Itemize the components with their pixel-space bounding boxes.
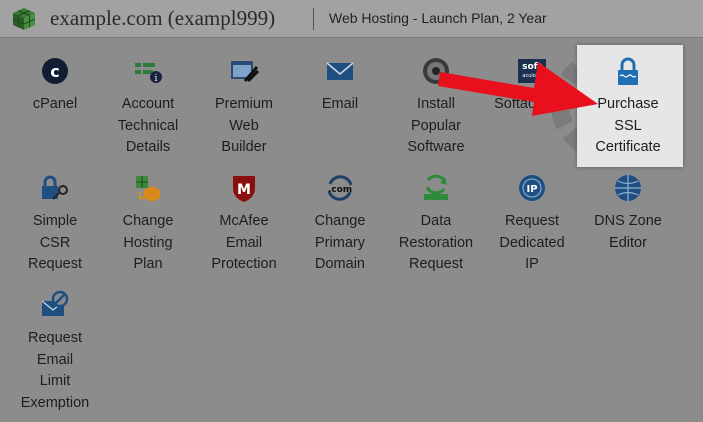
- svg-text:i: i: [155, 74, 158, 84]
- tile-label-line: Dedicated: [499, 234, 565, 251]
- tile-label-line: Details: [125, 139, 171, 155]
- tile-label-line: Email: [225, 234, 263, 251]
- tile-cpanel[interactable]: c cPanel: [9, 55, 101, 117]
- tile-label-line: Email: [36, 351, 74, 368]
- tile-label: Simple CSR Request: [9, 211, 101, 276]
- tile-label: Change Primary Domain: [294, 211, 386, 276]
- tile-label-line: Primary: [315, 234, 365, 251]
- tile-label-line: Editor: [609, 234, 647, 251]
- tile-label-line: Software: [407, 139, 465, 155]
- dedicated-ip-icon: IP: [519, 175, 545, 201]
- tile-label-line: Web: [229, 117, 259, 134]
- tile-label-line: Exemption: [20, 394, 90, 411]
- ssl-lock-icon: [618, 57, 638, 85]
- tile-label-line: Certificate: [595, 139, 661, 155]
- cube-logo-icon: [12, 8, 36, 30]
- tile-label-line: Request: [504, 213, 559, 229]
- dns-globe-icon: [615, 175, 641, 201]
- svg-text:IP: IP: [526, 184, 537, 195]
- tile-label-line: Change: [122, 213, 174, 229]
- change-plan-icon: [136, 176, 160, 202]
- csr-lock-key-icon: [42, 175, 68, 200]
- tile-label: Data Restoration Request: [390, 211, 482, 276]
- tile-label: cPanel: [9, 94, 101, 116]
- email-limit-icon: [41, 290, 69, 316]
- tile-email[interactable]: Email: [294, 55, 386, 117]
- tile-label: Request Email Limit Exemption: [9, 328, 101, 414]
- tile-label: Request Dedicated IP: [486, 211, 578, 276]
- tile-label: Change Hosting Plan: [102, 211, 194, 276]
- tile-label-line: Domain: [315, 256, 365, 272]
- envelope-icon: [326, 62, 354, 80]
- tile-label: Account Technical Details: [102, 94, 194, 159]
- tile-change-primary-domain[interactable]: .com Change Primary Domain: [294, 172, 386, 277]
- tile-mcafee-email-protection[interactable]: M McAfee Email Protection: [198, 172, 290, 277]
- tile-request-email-limit-exemption[interactable]: Request Email Limit Exemption: [9, 289, 101, 415]
- tile-label: Premium Web Builder: [198, 94, 290, 159]
- tile-label-line: cPanel: [32, 96, 78, 112]
- tile-label-line: Request: [27, 256, 82, 272]
- tile-label-line: Simple: [32, 213, 78, 229]
- tile-label-line: Account: [121, 96, 175, 112]
- svg-text:.com: .com: [328, 185, 352, 195]
- tile-label-line: Hosting: [123, 234, 173, 251]
- change-domain-icon: .com: [327, 175, 353, 201]
- red-pointer-arrow-icon: [438, 62, 598, 116]
- account-domain: example.com (exampl999): [50, 6, 276, 30]
- header-divider: [313, 8, 314, 30]
- tile-label-line: Request: [27, 330, 82, 346]
- tile-premium-web-builder[interactable]: Premium Web Builder: [198, 55, 290, 160]
- tile-request-dedicated-ip[interactable]: IP Request Dedicated IP: [486, 172, 578, 277]
- tile-label-line: CSR: [39, 234, 71, 251]
- tile-label-line: Plan: [133, 256, 163, 272]
- tile-label: McAfee Email Protection: [198, 211, 290, 276]
- tile-label-line: Email: [321, 96, 359, 112]
- hosting-plan-name: Web Hosting - Launch Plan, 2 Year: [329, 10, 547, 26]
- cpanel-icon: c: [42, 58, 68, 84]
- tile-label-line: Protection: [211, 256, 277, 272]
- tile-data-restoration-request[interactable]: Data Restoration Request: [390, 172, 482, 277]
- mcafee-shield-icon: M: [233, 176, 255, 202]
- tile-simple-csr-request[interactable]: Simple CSR Request: [9, 172, 101, 277]
- tile-change-hosting-plan[interactable]: Change Hosting Plan: [102, 172, 194, 277]
- tile-label-line: DNS Zone: [594, 213, 662, 229]
- account-details-icon: i: [135, 63, 162, 84]
- tile-label-line: Change: [314, 213, 366, 229]
- svg-text:c: c: [50, 62, 59, 81]
- tile-label-line: Premium: [214, 96, 273, 112]
- tile-label-line: Restoration: [398, 234, 474, 251]
- tile-label-line: Technical: [117, 117, 179, 134]
- tile-label-line: Limit: [39, 373, 71, 389]
- tile-label-line: McAfee: [219, 213, 269, 229]
- tile-dns-zone-editor[interactable]: DNS Zone Editor: [582, 172, 674, 255]
- tile-label: Email: [294, 94, 386, 116]
- web-builder-icon: [231, 61, 260, 83]
- svg-text:M: M: [237, 182, 251, 198]
- tile-label: DNS Zone Editor: [582, 211, 674, 254]
- data-restore-icon: [424, 174, 448, 200]
- tile-label-line: IP: [525, 256, 539, 272]
- tile-label-line: Data: [420, 213, 452, 229]
- tile-label-line: Request: [408, 256, 463, 272]
- tile-account-technical-details[interactable]: i Account Technical Details: [102, 55, 194, 160]
- tile-label-line: Builder: [221, 139, 267, 155]
